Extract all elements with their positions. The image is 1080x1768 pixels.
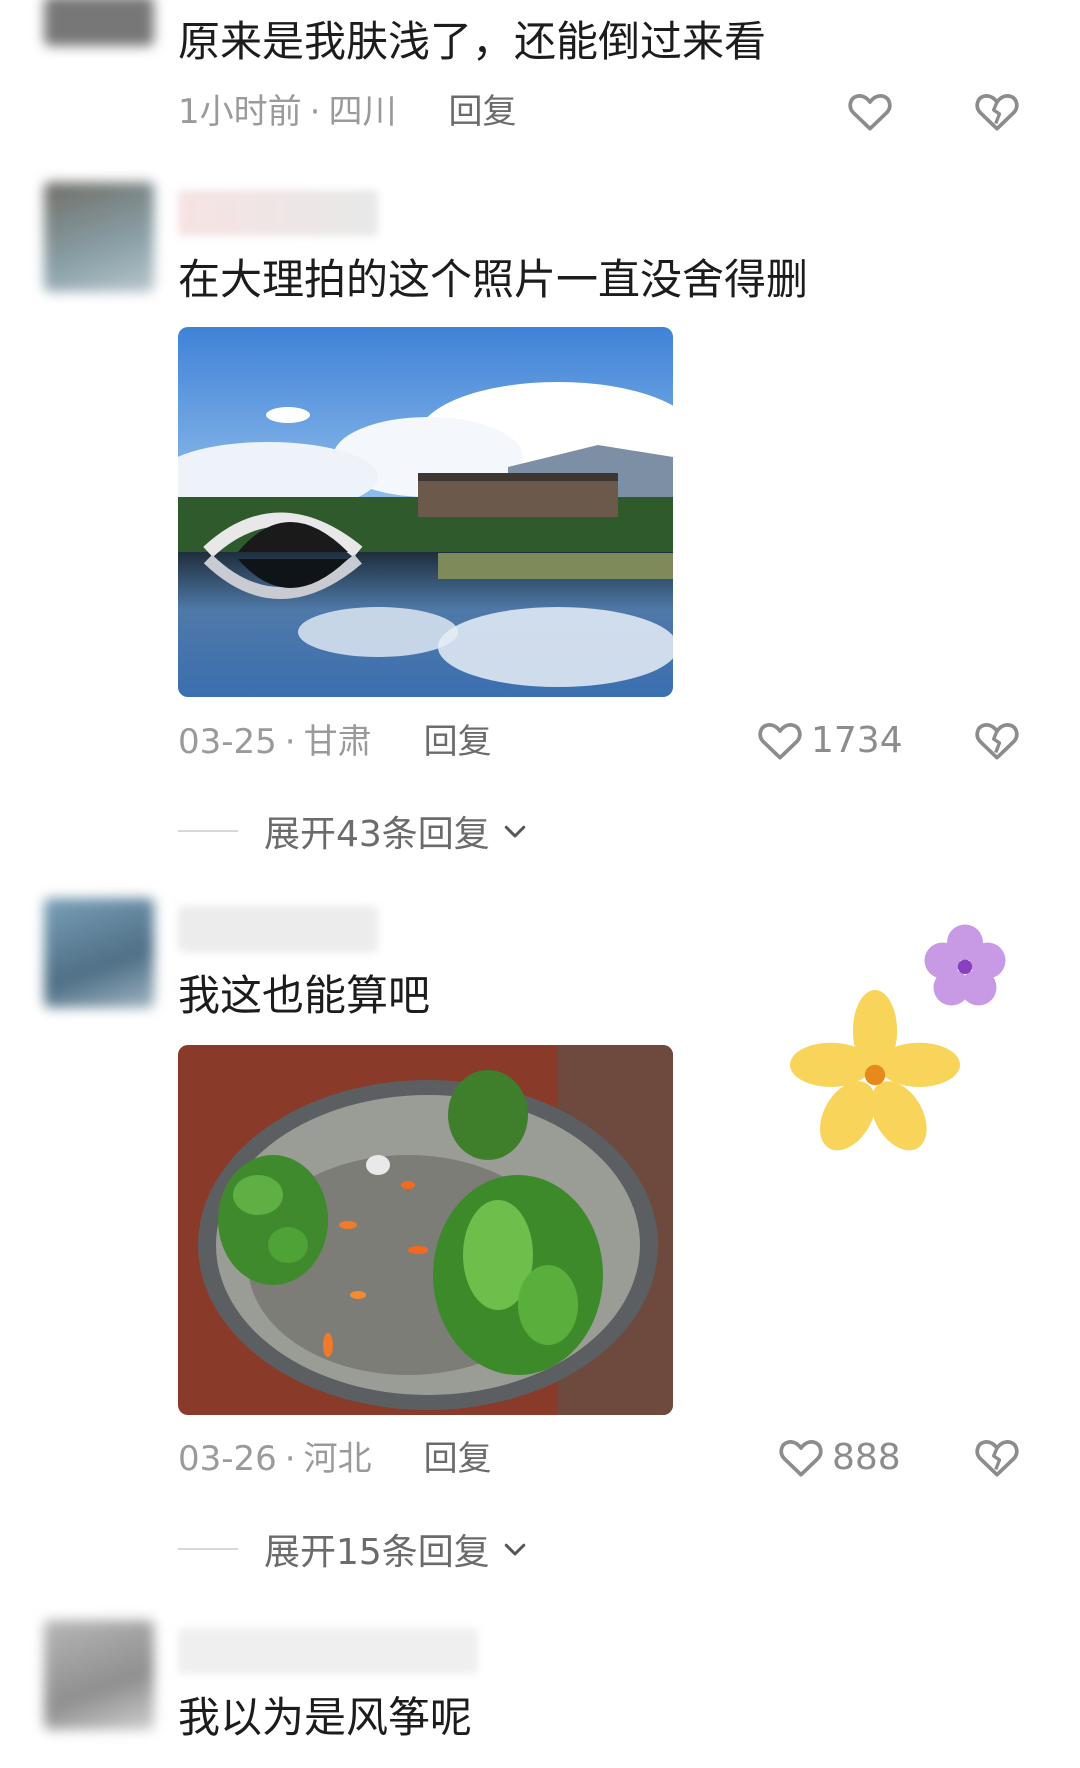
meta-separator: · [284,722,296,762]
username[interactable] [178,190,378,236]
heart-outline-icon [848,94,892,131]
comment-time: 1小时前 [178,92,302,132]
comment-text: 原来是我肤浅了，还能倒过来看 [178,17,767,66]
comment-meta: 1小时前 · 四川 回复 [178,90,516,134]
divider-line [178,1548,238,1550]
comment-list: 原来是我肤浅了，还能倒过来看 1小时前 · 四川 回复 在大理拍的这个照片一直没… [0,0,1080,1768]
comment-text: 在大理拍的这个照片一直没舍得删 [178,255,809,304]
comment-photo[interactable] [178,1045,673,1415]
avatar[interactable] [44,1620,154,1730]
broken-heart-icon[interactable] [972,715,1022,765]
heart-outline-icon [758,723,802,760]
meta-separator: · [284,1439,296,1479]
username[interactable] [178,906,378,952]
chevron-down-icon [504,825,526,838]
avatar[interactable] [44,0,154,46]
like-button[interactable]: 888 [776,1432,901,1482]
reply-button[interactable]: 回复 [448,90,516,134]
reply-button[interactable]: 回复 [424,1437,492,1481]
comment-location: 四川 [328,92,397,132]
comment-location: 河北 [303,1439,372,1479]
broken-heart-icon[interactable] [972,1432,1022,1482]
like-count: 1734 [811,719,903,761]
comment-text: 我这也能算吧 [178,971,431,1020]
fish-bowl-aquascape [178,1045,673,1415]
yellow-flower-icon [790,990,960,1151]
comment-photo[interactable] [178,327,673,697]
like-count: 888 [832,1436,901,1478]
reply-button[interactable]: 回复 [424,720,492,764]
expand-replies-label: 展开43条回复 [264,814,490,855]
lake-arch-bridge-reflection [178,327,673,697]
like-button[interactable]: 1734 [755,715,903,765]
divider-line [178,830,238,832]
avatar[interactable] [44,182,154,292]
chevron-down-icon [504,1543,526,1556]
expand-replies-label: 展开15条回复 [264,1532,490,1573]
like-button[interactable] [845,86,895,136]
comment-time: 03-25 [178,722,277,762]
username[interactable] [178,1628,478,1674]
comment-text: 我以为是风筝呢 [178,1693,473,1742]
heart-outline-icon [779,1440,823,1477]
expand-replies-button[interactable]: 展开43条回复 [178,805,530,857]
broken-heart-icon[interactable] [972,86,1022,136]
comment-meta: 03-25 · 甘肃 回复 [178,720,492,764]
comment-location: 甘肃 [303,722,372,762]
avatar[interactable] [44,898,154,1008]
comment-meta: 03-26 · 河北 回复 [178,1437,492,1481]
meta-separator: · [309,92,321,132]
comment-time: 03-26 [178,1439,277,1479]
expand-replies-button[interactable]: 展开15条回复 [178,1523,530,1575]
